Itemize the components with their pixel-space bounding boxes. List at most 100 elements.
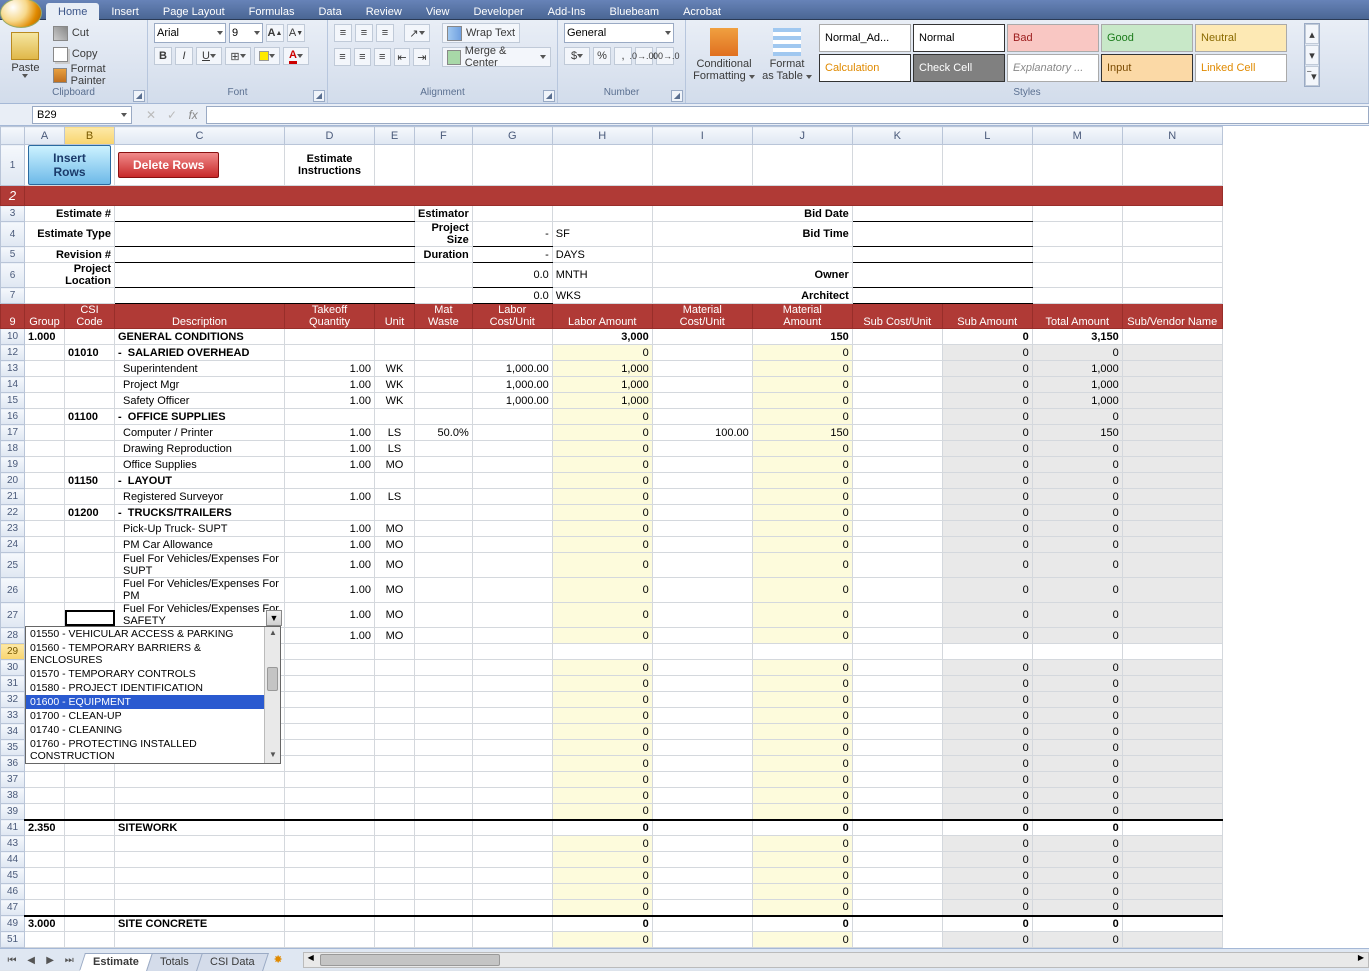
row-header[interactable]: 14 (1, 377, 25, 393)
cell[interactable]: 0 (552, 457, 652, 473)
cell[interactable]: 0 (1032, 441, 1122, 457)
row-header[interactable]: 13 (1, 361, 25, 377)
cell[interactable] (472, 441, 552, 457)
cell[interactable] (115, 772, 285, 788)
cell[interactable]: 0 (752, 473, 852, 489)
cell[interactable] (1122, 740, 1222, 756)
col-header[interactable]: K (852, 127, 942, 145)
cell[interactable]: 0 (942, 377, 1032, 393)
cell[interactable] (472, 756, 552, 772)
fill-color-button[interactable] (254, 47, 280, 65)
cell[interactable] (415, 692, 473, 708)
shrink-font-button[interactable]: A▼ (287, 24, 305, 42)
decrease-decimal-button[interactable]: .00→.0 (656, 47, 674, 65)
cell[interactable]: 0 (552, 505, 652, 521)
col-header[interactable]: A (25, 127, 65, 145)
row-header[interactable]: 26 (1, 578, 25, 603)
row-header[interactable]: 30 (1, 660, 25, 676)
cell[interactable] (852, 505, 942, 521)
cell[interactable] (285, 473, 375, 489)
cell[interactable]: 0 (752, 553, 852, 578)
cell[interactable] (375, 884, 415, 900)
cell[interactable] (472, 804, 552, 820)
cell[interactable]: 1.00 (285, 377, 375, 393)
cell[interactable] (415, 708, 473, 724)
cell[interactable]: 50.0% (415, 425, 473, 441)
style-cell[interactable]: Neutral (1195, 24, 1287, 52)
cell[interactable] (415, 676, 473, 692)
cell[interactable] (652, 740, 752, 756)
cell[interactable] (65, 441, 115, 457)
cell[interactable] (375, 756, 415, 772)
gallery-down-icon[interactable]: ▾ (1305, 45, 1319, 65)
cell[interactable] (375, 740, 415, 756)
cell[interactable]: 0 (752, 521, 852, 537)
col-header[interactable]: B (65, 127, 115, 145)
cell[interactable]: 0 (942, 457, 1032, 473)
cell[interactable]: 1.00 (285, 457, 375, 473)
row-header[interactable]: 22 (1, 505, 25, 521)
align-left-button[interactable]: ≡ (334, 48, 351, 66)
sheet-tab[interactable]: Estimate (79, 953, 153, 971)
next-sheet-icon[interactable]: ▶ (42, 955, 58, 966)
number-format-combo[interactable]: General (564, 23, 674, 43)
row-header[interactable]: 25 (1, 553, 25, 578)
select-all-corner[interactable] (1, 127, 25, 145)
cell[interactable] (1122, 772, 1222, 788)
row-header[interactable]: 20 (1, 473, 25, 489)
underline-button[interactable]: U (196, 47, 222, 65)
cell[interactable]: 0 (752, 361, 852, 377)
cell[interactable]: 0 (752, 932, 852, 948)
cell[interactable] (375, 852, 415, 868)
cell[interactable] (942, 644, 1032, 660)
cell[interactable] (375, 932, 415, 948)
row-header[interactable]: 3 (1, 206, 25, 222)
cell[interactable]: 0 (1032, 756, 1122, 772)
cell[interactable] (65, 932, 115, 948)
cell[interactable] (25, 852, 65, 868)
cell[interactable]: 150 (1032, 425, 1122, 441)
cell[interactable]: 0 (552, 868, 652, 884)
cell[interactable]: 1.00 (285, 441, 375, 457)
cell[interactable]: 0 (942, 756, 1032, 772)
scroll-left-icon[interactable]: ◀ (304, 953, 318, 967)
cell[interactable] (415, 145, 473, 186)
cell[interactable]: WK (375, 377, 415, 393)
cell[interactable] (852, 628, 942, 644)
cell[interactable] (472, 692, 552, 708)
cell[interactable]: 0 (1032, 900, 1122, 916)
row-header[interactable]: 17 (1, 425, 25, 441)
cell[interactable]: 1.00 (285, 393, 375, 409)
style-cell[interactable]: Explanatory ... (1007, 54, 1099, 82)
cell[interactable]: 1.00 (285, 521, 375, 537)
cell[interactable] (472, 740, 552, 756)
cell[interactable]: 0 (752, 724, 852, 740)
cell[interactable] (852, 393, 942, 409)
cell[interactable] (472, 724, 552, 740)
cell[interactable] (1122, 263, 1222, 288)
row-header[interactable]: 10 (1, 329, 25, 345)
cell[interactable] (415, 836, 473, 852)
cell[interactable] (1122, 288, 1222, 304)
ribbon-tab-bluebeam[interactable]: Bluebeam (598, 3, 672, 20)
cell[interactable] (652, 441, 752, 457)
row-header[interactable]: 41 (1, 820, 25, 836)
cell[interactable] (652, 603, 752, 628)
cell[interactable]: 0 (1032, 660, 1122, 676)
cell[interactable]: 0 (552, 740, 652, 756)
cell[interactable]: 0 (942, 603, 1032, 628)
prev-sheet-icon[interactable]: ◀ (23, 955, 39, 966)
cell[interactable] (1122, 425, 1222, 441)
cell[interactable] (285, 868, 375, 884)
cell[interactable] (472, 603, 552, 628)
cell[interactable]: 0 (942, 724, 1032, 740)
cell[interactable] (472, 521, 552, 537)
cell[interactable] (852, 900, 942, 916)
cell[interactable] (1032, 222, 1122, 247)
cell[interactable] (652, 852, 752, 868)
row-header[interactable]: 23 (1, 521, 25, 537)
cell[interactable]: 0 (552, 409, 652, 425)
cell[interactable] (472, 644, 552, 660)
cell[interactable] (652, 628, 752, 644)
cell[interactable]: 0 (752, 852, 852, 868)
